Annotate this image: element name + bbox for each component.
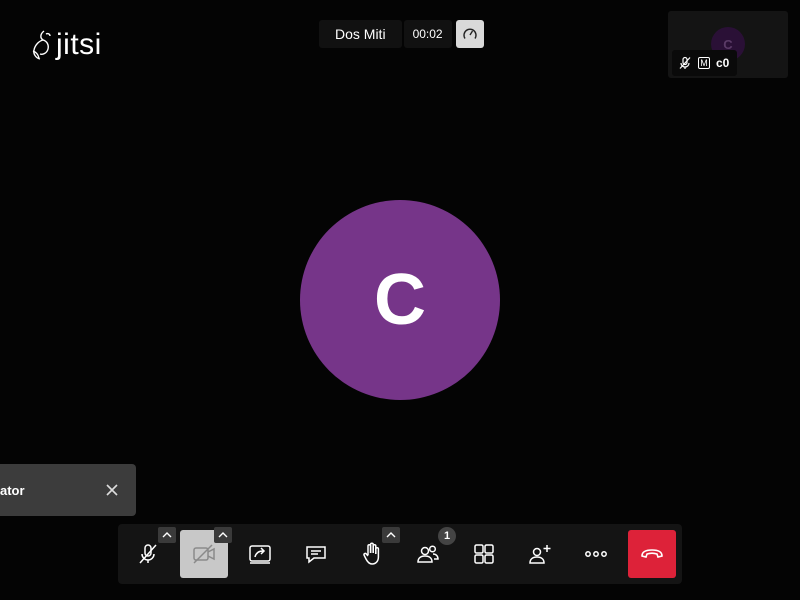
conference-header: Dos Miti 00:02 <box>319 20 484 48</box>
thumbnail-display-name: c0 <box>716 56 730 70</box>
tile-view-button[interactable] <box>460 530 508 578</box>
hangup-icon <box>640 547 664 561</box>
mic-muted-icon <box>678 56 692 70</box>
notification-text: ator <box>0 482 25 498</box>
more-actions-button[interactable] <box>572 530 620 578</box>
toolbox: 1 <box>118 524 682 584</box>
chevron-up-icon <box>386 532 396 538</box>
chat-button[interactable] <box>292 530 340 578</box>
chevron-up-icon <box>162 532 172 538</box>
jitsi-logo[interactable]: jitsi <box>30 28 102 62</box>
chat-icon <box>304 543 328 565</box>
notification-toast: ator <box>0 464 136 516</box>
connection-indicator-button[interactable] <box>455 20 484 48</box>
screen-share-button[interactable] <box>236 530 284 578</box>
share-screen-icon <box>248 543 272 565</box>
jitsi-logo-text: jitsi <box>56 28 102 61</box>
meeting-name: Dos Miti <box>319 20 402 48</box>
video-settings-button[interactable] <box>214 527 232 543</box>
thumbnail-status-bar: M c0 <box>672 50 738 76</box>
reactions-menu-button[interactable] <box>382 527 400 543</box>
mic-muted-icon <box>137 543 159 565</box>
moderator-icon: M <box>698 57 710 69</box>
grid-icon <box>473 543 495 565</box>
participants-icon <box>416 543 440 565</box>
conference-timer: 00:02 <box>403 20 452 48</box>
participants-count-badge: 1 <box>438 527 456 545</box>
more-horizontal-icon <box>584 550 608 558</box>
close-icon[interactable] <box>106 484 118 496</box>
chevron-up-icon <box>218 532 228 538</box>
audio-settings-button[interactable] <box>158 527 176 543</box>
hangup-button[interactable] <box>628 530 676 578</box>
gauge-icon <box>462 26 478 42</box>
add-user-icon <box>528 543 552 565</box>
large-avatar: C <box>300 200 500 400</box>
invite-people-button[interactable] <box>516 530 564 578</box>
jitsi-logo-icon <box>30 28 54 62</box>
camera-off-icon <box>192 543 216 565</box>
participant-thumbnail[interactable]: C M c0 <box>668 11 788 78</box>
hand-icon <box>361 542 383 566</box>
